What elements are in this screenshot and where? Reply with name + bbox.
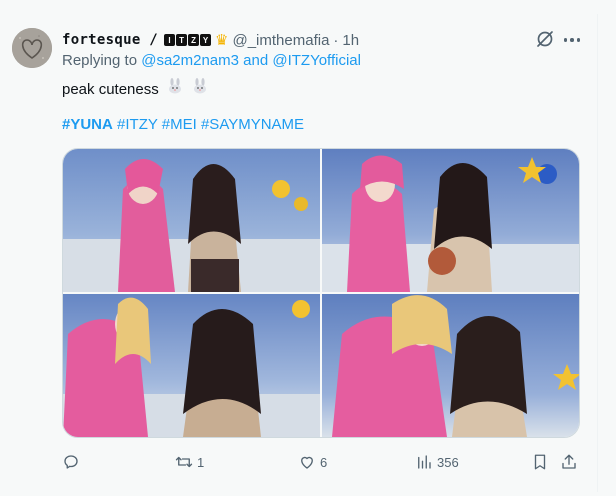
grok-icon[interactable] [535, 29, 555, 49]
like-count: 6 [320, 454, 328, 470]
reply-prefix: Replying to [62, 52, 138, 69]
avatar[interactable] [12, 28, 52, 68]
action-bar: 1 6 356 [62, 452, 582, 472]
itzy-badges: I T Z Y [164, 34, 212, 46]
crown-icon: ♛ [215, 32, 229, 49]
share-button[interactable] [560, 452, 578, 472]
user-handle[interactable]: @_imthemafia [232, 32, 329, 49]
hashtag-link[interactable]: #MEI [162, 116, 197, 133]
media-photo[interactable] [322, 294, 579, 437]
bookmark-button[interactable] [531, 452, 549, 472]
retweet-button[interactable]: 1 [175, 452, 204, 472]
badge-letter: T [176, 34, 188, 46]
tweet-text: peak cuteness [62, 78, 209, 100]
more-icon[interactable] [562, 30, 582, 50]
views-button[interactable]: 356 [415, 452, 459, 472]
media-photo[interactable] [63, 149, 320, 292]
retweet-count: 1 [197, 454, 205, 470]
badge-letter: Y [200, 34, 212, 46]
like-button[interactable]: 6 [298, 452, 327, 472]
reply-to-link[interactable]: @sa2m2nam3 and @ITZYofficial [141, 52, 361, 69]
rabbit-emoji-icon [166, 78, 184, 100]
hashtag-link[interactable]: #ITZY [117, 116, 158, 133]
separator-dot: · [333, 31, 339, 49]
tweet-body: peak cuteness [62, 81, 159, 98]
display-name[interactable]: fortesque / [62, 32, 158, 48]
media-grid [62, 148, 580, 438]
reply-button[interactable] [62, 452, 84, 472]
reply-context: Replying to @sa2m2nam3 and @ITZYofficial [62, 52, 361, 69]
reply-icon [64, 455, 78, 469]
retweet-icon [175, 456, 193, 468]
media-photo[interactable] [322, 149, 579, 292]
tweet-header: fortesque / I T Z Y ♛ @_imthemafia · 1h [62, 30, 359, 50]
badge-letter: I [164, 34, 176, 46]
views-icon [418, 455, 431, 469]
media-photo[interactable] [63, 294, 320, 437]
hashtag-line: #YUNA #ITZY #MEI #SAYMYNAME [62, 116, 304, 133]
share-icon [562, 454, 576, 469]
rabbit-emoji-icon [191, 78, 209, 100]
views-count: 356 [437, 454, 459, 470]
heart-icon [301, 456, 313, 469]
bookmark-icon [534, 454, 546, 470]
hashtag-link[interactable]: #SAYMYNAME [201, 116, 304, 133]
timestamp[interactable]: 1h [342, 32, 359, 49]
badge-letter: Z [188, 34, 200, 46]
heart-sand-icon [12, 28, 52, 68]
tweet-card[interactable]: fortesque / I T Z Y ♛ @_imthemafia · 1h … [0, 14, 598, 492]
hashtag-link[interactable]: #YUNA [62, 116, 113, 133]
